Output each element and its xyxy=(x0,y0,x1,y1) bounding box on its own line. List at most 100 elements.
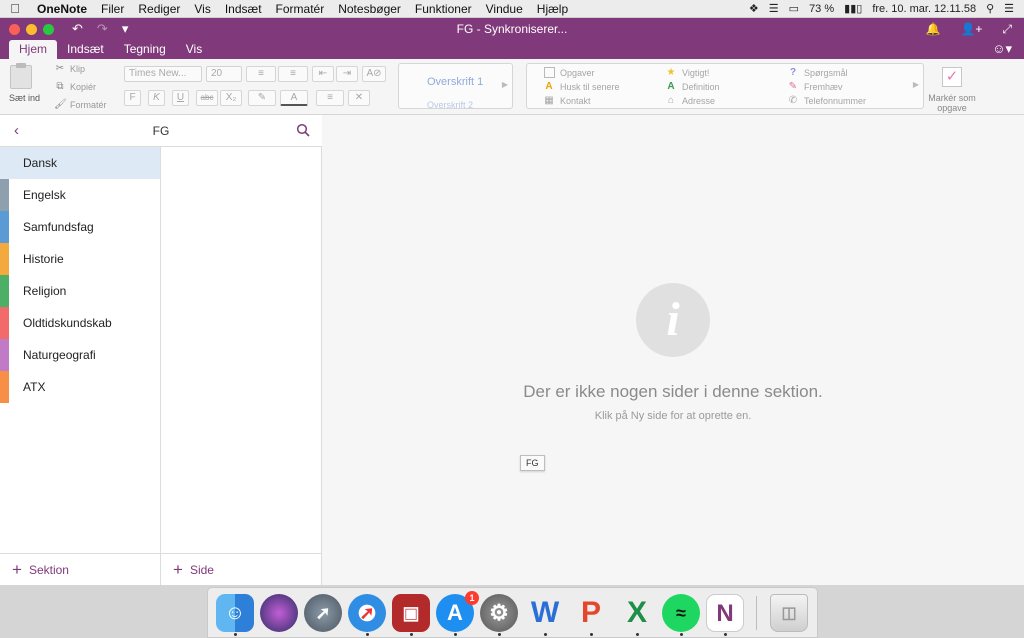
tag-kontakt[interactable]: ▦ Kontakt xyxy=(543,95,590,106)
delete-icon[interactable]: ✕ xyxy=(348,90,370,106)
section-historie[interactable]: Historie xyxy=(0,243,160,275)
tag-telefonnummer[interactable]: ✆ Telefonnummer xyxy=(787,95,866,106)
battery-percent[interactable]: 73 % xyxy=(809,3,834,15)
menu-app-onenote[interactable]: OneNote xyxy=(30,2,94,16)
close-window-button[interactable] xyxy=(9,23,20,35)
style-heading-2[interactable]: Overskrift 2 xyxy=(427,100,473,110)
tab-indsaet[interactable]: Indsæt xyxy=(57,40,114,59)
menu-funktioner[interactable]: Funktioner xyxy=(408,2,479,16)
format-painter-button[interactable]: 🖌 Formatér xyxy=(54,99,107,110)
dock-photo-booth-icon[interactable]: ▣ xyxy=(392,594,430,632)
menu-hjaelp[interactable]: Hjælp xyxy=(530,2,575,16)
tag-vigtigt[interactable]: ★ Vigtigt! xyxy=(665,67,710,78)
dock-siri-icon[interactable] xyxy=(260,594,298,632)
share-add-person-icon[interactable]: 👤+ xyxy=(960,22,982,37)
dock-trash-icon[interactable]: ◫ xyxy=(770,594,808,632)
dock-launchpad-rocket-icon[interactable]: ➚ xyxy=(304,594,342,632)
styles-expand-icon[interactable]: ▶ xyxy=(502,80,508,89)
add-section-button[interactable]: + Sektion xyxy=(0,554,161,585)
dock-excel-icon[interactable]: X xyxy=(618,594,656,632)
wifi-icon[interactable]: ☰ xyxy=(769,2,779,15)
minimize-window-button[interactable] xyxy=(26,23,37,35)
customize-toolbar-icon[interactable]: ▾ xyxy=(122,21,129,37)
fullscreen-icon[interactable]: ⤢ xyxy=(1002,22,1012,37)
tag-opgaver[interactable]: Opgaver xyxy=(543,67,595,78)
apple-icon[interactable]:  xyxy=(0,1,30,16)
cut-button[interactable]: ✂ Klip xyxy=(54,63,85,74)
notebook-header: ‹ FG xyxy=(0,115,322,147)
dock-system-preferences-gear-icon[interactable]: ⚙ xyxy=(480,594,518,632)
redo-icon[interactable]: ↷ xyxy=(97,21,108,37)
tab-tegning[interactable]: Tegning xyxy=(114,40,176,59)
tags-expand-icon[interactable]: ▶ xyxy=(913,80,919,89)
clear-formatting-icon[interactable]: A⊘ xyxy=(362,66,386,82)
feedback-smiley-icon[interactable]: ☺▾ xyxy=(992,41,1012,57)
mark-task-checkbox-icon[interactable]: ✓ xyxy=(942,67,962,87)
search-icon[interactable] xyxy=(296,123,310,137)
dock-word-icon[interactable]: W xyxy=(526,594,564,632)
spotlight-search-icon[interactable]: ⚲ xyxy=(986,2,994,15)
tag-sporgsmal[interactable]: ? Spørgsmål xyxy=(787,67,848,78)
strikethrough-button[interactable]: abc xyxy=(196,90,218,106)
copy-button[interactable]: ⧉ Kopiér xyxy=(54,81,96,92)
section-atx[interactable]: ATX xyxy=(0,371,160,403)
menu-indsaet[interactable]: Indsæt xyxy=(218,2,269,16)
section-oldtidskundskab[interactable]: Oldtidskundskab xyxy=(0,307,160,339)
tags-gallery[interactable]: Opgaver A Husk til senere ▦ Kontakt ★ Vigti… xyxy=(526,63,924,109)
bold-button[interactable]: F xyxy=(124,90,141,106)
highlight-color-icon[interactable]: ✎ xyxy=(248,90,276,106)
menu-vis[interactable]: Vis xyxy=(187,2,217,16)
italic-button[interactable]: K xyxy=(148,90,165,106)
notebook-name[interactable]: FG xyxy=(0,124,322,138)
dock-powerpoint-icon[interactable]: P xyxy=(572,594,610,632)
zoom-window-button[interactable] xyxy=(43,23,54,35)
dock-onenote-icon[interactable]: N xyxy=(706,594,744,632)
page-canvas[interactable]: i Der er ikke nogen sider i denne sektio… xyxy=(322,115,1024,585)
tag-definition[interactable]: A Definition xyxy=(665,81,719,92)
paragraph-align-icon[interactable]: ≡ xyxy=(316,90,344,106)
battery-icon[interactable]: ▮▮▯ xyxy=(844,2,862,15)
font-color-button[interactable]: A xyxy=(280,90,308,106)
decrease-indent-icon[interactable]: ⇤ xyxy=(312,66,334,82)
menu-notesboger[interactable]: Notesbøger xyxy=(331,2,408,16)
dock-safari-compass-icon[interactable]: ➚ xyxy=(348,594,386,632)
undo-icon[interactable]: ↶ xyxy=(72,21,83,37)
menu-formater[interactable]: Formatér xyxy=(269,2,332,16)
dropbox-icon[interactable]: ❖ xyxy=(749,2,759,15)
page-pane xyxy=(161,115,322,585)
dock-spotify-icon[interactable]: ≈ xyxy=(662,594,700,632)
menu-vindue[interactable]: Vindue xyxy=(479,2,530,16)
section-dansk[interactable]: Dansk xyxy=(0,147,160,179)
numbered-list-icon[interactable]: ≡ xyxy=(278,66,308,82)
running-indicator xyxy=(410,633,413,636)
tag-adresse[interactable]: ⌂ Adresse xyxy=(665,95,715,106)
mark-task-button[interactable]: Markér som opgave xyxy=(924,93,980,113)
menu-rediger[interactable]: Rediger xyxy=(131,2,187,16)
section-engelsk[interactable]: Engelsk xyxy=(0,179,160,211)
section-samfundsfag[interactable]: Samfundsfag xyxy=(0,211,160,243)
section-religion[interactable]: Religion xyxy=(0,275,160,307)
menu-filer[interactable]: Filer xyxy=(94,2,131,16)
subscript-button[interactable]: X₂ xyxy=(220,90,242,106)
font-size-select[interactable]: 20 xyxy=(206,66,242,82)
font-name-select[interactable]: Times New... xyxy=(124,66,202,82)
add-page-button[interactable]: + Side xyxy=(161,554,322,585)
clock[interactable]: fre. 10. mar. 12.11.58 xyxy=(872,3,976,15)
styles-gallery[interactable]: Overskrift 1 Overskrift 2 ▶ xyxy=(398,63,513,110)
tag-fremhaev[interactable]: ✎ Fremhæv xyxy=(787,81,843,92)
paste-button[interactable]: Sæt ind xyxy=(9,93,40,103)
tab-hjem[interactable]: Hjem xyxy=(9,40,58,59)
tab-vis[interactable]: Vis xyxy=(176,40,212,59)
clipboard-icon[interactable] xyxy=(10,63,32,89)
section-label: Religion xyxy=(23,284,67,298)
notifications-bell-icon[interactable]: 🔔 xyxy=(925,22,940,37)
tag-husk[interactable]: A Husk til senere xyxy=(543,81,619,92)
section-naturgeografi[interactable]: Naturgeografi xyxy=(0,339,160,371)
airplay-icon[interactable]: ▭ xyxy=(789,2,799,15)
increase-indent-icon[interactable]: ⇥ xyxy=(336,66,358,82)
dock-finder-icon[interactable]: ☺ xyxy=(216,594,254,632)
style-heading-1[interactable]: Overskrift 1 xyxy=(427,76,483,88)
notification-center-icon[interactable]: ☰ xyxy=(1004,2,1014,15)
underline-button[interactable]: U xyxy=(172,90,189,106)
bullet-list-icon[interactable]: ≡ xyxy=(246,66,276,82)
